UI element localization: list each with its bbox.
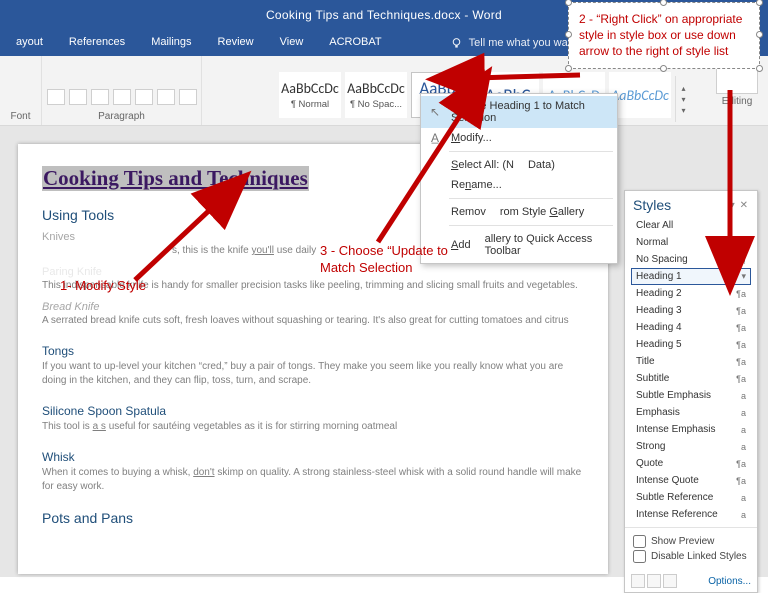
heading-spatula: Silicone Spoon Spatula (42, 404, 584, 418)
body-text: When it comes to buying a whisk, don't s… (42, 466, 584, 494)
annotation-arrow-3 (370, 100, 490, 250)
style-row-heading-2[interactable]: Heading 2¶a (631, 285, 751, 302)
annotation-3-text: 3 - Choose “Update to Match Selection (320, 243, 450, 277)
group-paragraph-label: Paragraph (98, 111, 145, 122)
style-row-heading-1[interactable]: Heading 1▾ (631, 268, 751, 285)
annotation-arrow-2a (465, 70, 585, 90)
style-row-subtle-emphasis[interactable]: Subtle Emphasisa (631, 387, 751, 404)
style-row-heading-3[interactable]: Heading 3¶a (631, 302, 751, 319)
new-style-icon[interactable] (631, 574, 645, 588)
sort-icon[interactable] (157, 89, 175, 105)
tab-review[interactable]: Review (206, 30, 266, 56)
styles-options-link[interactable]: Options... (708, 576, 751, 587)
style-row-title[interactable]: Title¶a (631, 353, 751, 370)
style-row-intense-emphasis[interactable]: Intense Emphasisa (631, 421, 751, 438)
style-item-heading4[interactable]: AaBbCcDc (609, 72, 671, 118)
styles-gallery-more[interactable]: ▴ ▾ ▾ (675, 76, 691, 122)
tab-mailings[interactable]: Mailings (139, 30, 203, 56)
group-font: Font (0, 56, 42, 125)
increase-indent-icon[interactable] (135, 89, 153, 105)
styles-pane-bottom: Options... (625, 570, 757, 592)
heading-tongs: Tongs (42, 344, 584, 358)
annotation-1-text: 1- Modify Style (60, 278, 146, 295)
body-text: If you want to up-level your kitchen “cr… (42, 360, 584, 388)
style-inspector-icon[interactable] (647, 574, 661, 588)
styles-pane-list: Clear AllNormal¶No Spacing¶Heading 1▾Hea… (625, 217, 757, 527)
tab-acrobat[interactable]: ACROBAT (317, 30, 393, 56)
annotation-2-box: 2 - “Right Click” on appropriate style i… (568, 2, 760, 69)
tab-layout[interactable]: ayout (4, 30, 55, 56)
style-row-quote[interactable]: Quote¶a (631, 455, 751, 472)
show-preview-checkbox[interactable]: Show Preview (633, 535, 749, 548)
lightbulb-icon (450, 37, 463, 50)
tab-view[interactable]: View (268, 30, 316, 56)
annotation-arrow-1 (130, 195, 240, 285)
styles-pane-title: Styles (633, 197, 671, 213)
disable-linked-checkbox[interactable]: Disable Linked Styles (633, 550, 749, 563)
chevron-down-icon: ▾ (681, 95, 685, 104)
style-row-emphasis[interactable]: Emphasisa (631, 404, 751, 421)
body-text: This tool is a s useful for sautéing veg… (42, 420, 584, 434)
tab-references[interactable]: References (57, 30, 137, 56)
group-paragraph: Paragraph (42, 56, 202, 125)
multilevel-list-icon[interactable] (91, 89, 109, 105)
style-row-heading-5[interactable]: Heading 5¶a (631, 336, 751, 353)
heading-pots: Pots and Pans (42, 510, 584, 526)
style-row-heading-4[interactable]: Heading 4¶a (631, 319, 751, 336)
style-item-normal[interactable]: AaBbCcDc¶ Normal (279, 72, 341, 118)
show-marks-icon[interactable] (179, 89, 197, 105)
style-row-intense-reference[interactable]: Intense Referencea (631, 506, 751, 523)
decrease-indent-icon[interactable] (113, 89, 131, 105)
dropdown-more-icon: ▾ (681, 106, 685, 115)
heading-paring: Paring Knife (42, 266, 584, 278)
manage-styles-icon[interactable] (663, 574, 677, 588)
chevron-up-icon: ▴ (681, 84, 685, 93)
style-row-strong[interactable]: Stronga (631, 438, 751, 455)
annotation-2-text: 2 - “Right Click” on appropriate style i… (579, 12, 742, 58)
heading-whisk: Whisk (42, 450, 584, 464)
annotation-arrow-2b (718, 88, 748, 258)
number-list-icon[interactable] (69, 89, 87, 105)
styles-pane-footer: Show Preview Disable Linked Styles (625, 527, 757, 570)
group-font-label: Font (10, 111, 30, 122)
body-text: A serrated bread knife cuts soft, fresh … (42, 314, 584, 328)
doc-heading-selected[interactable]: Cooking Tips and Techniques (42, 166, 309, 191)
style-row-subtle-reference[interactable]: Subtle Referencea (631, 489, 751, 506)
heading-bread: Bread Knife (42, 301, 584, 313)
bullet-list-icon[interactable] (47, 89, 65, 105)
style-row-intense-quote[interactable]: Intense Quote¶a (631, 472, 751, 489)
style-row-subtitle[interactable]: Subtitle¶a (631, 370, 751, 387)
